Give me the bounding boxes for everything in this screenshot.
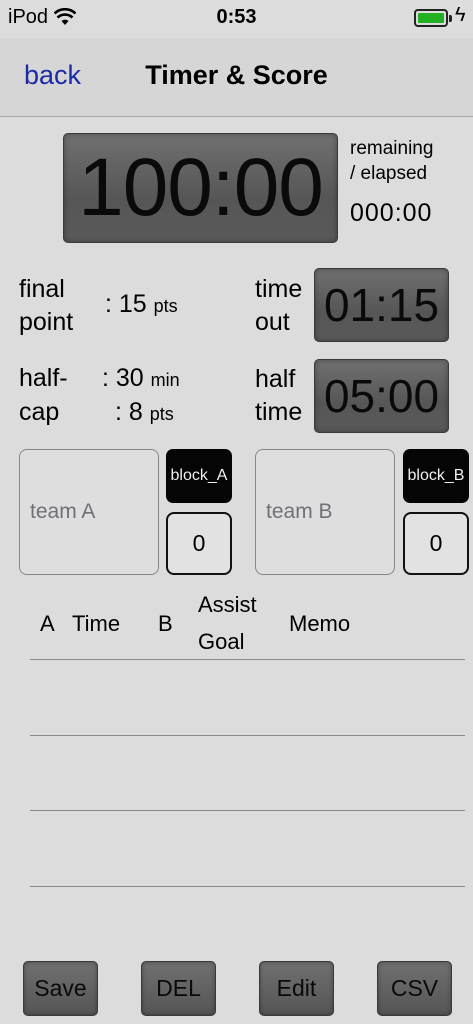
half-label: half- [19, 364, 68, 392]
halftime-timer-display[interactable]: 05:00 [314, 359, 449, 433]
column-time-header: Time [72, 611, 121, 636]
cap-label: cap [19, 398, 60, 426]
final-point-label: final point [19, 275, 74, 336]
column-a-header: A [40, 611, 55, 636]
remaining-elapsed-label: remaining / elapsed [350, 138, 434, 184]
log-divider [30, 659, 465, 660]
timeout-label: time out [255, 275, 303, 336]
block-a-button[interactable]: block_A [166, 449, 232, 503]
column-memo-header: Memo [289, 611, 351, 636]
column-assist-header: Assist [198, 592, 257, 617]
log-row-divider [30, 886, 465, 887]
main-timer-display[interactable]: 100:00 [63, 133, 338, 243]
status-time: 0:53 [216, 6, 257, 28]
log-row-divider [30, 810, 465, 811]
final-point-value[interactable]: : 15 pts [105, 288, 178, 323]
half-value[interactable]: : 30 min [102, 362, 180, 397]
delete-button[interactable]: DEL [141, 961, 216, 1016]
halftime-label: half time [255, 365, 303, 426]
column-goal-header: Goal [198, 629, 245, 654]
elapsed-value: 000:00 [350, 199, 433, 227]
save-button[interactable]: Save [23, 961, 98, 1016]
navigation-bar: back Timer & Score [0, 38, 473, 117]
column-b-header: B [158, 611, 173, 636]
page-title: Timer & Score [145, 60, 328, 90]
battery-tip [449, 15, 452, 22]
battery-icon [414, 9, 448, 27]
team-b-score[interactable]: 0 [403, 512, 469, 575]
team-a-name-field[interactable]: team A [19, 449, 159, 575]
log-row-divider [30, 735, 465, 736]
team-b-name-field[interactable]: team B [255, 449, 395, 575]
timeout-timer-display[interactable]: 01:15 [314, 268, 449, 342]
cap-value[interactable]: : 8 pts [115, 396, 174, 431]
team-a-score[interactable]: 0 [166, 512, 232, 575]
charging-icon: ϟ [455, 4, 466, 26]
block-b-button[interactable]: block_B [403, 449, 469, 503]
edit-button[interactable]: Edit [259, 961, 334, 1016]
csv-export-button[interactable]: CSV [377, 961, 452, 1016]
